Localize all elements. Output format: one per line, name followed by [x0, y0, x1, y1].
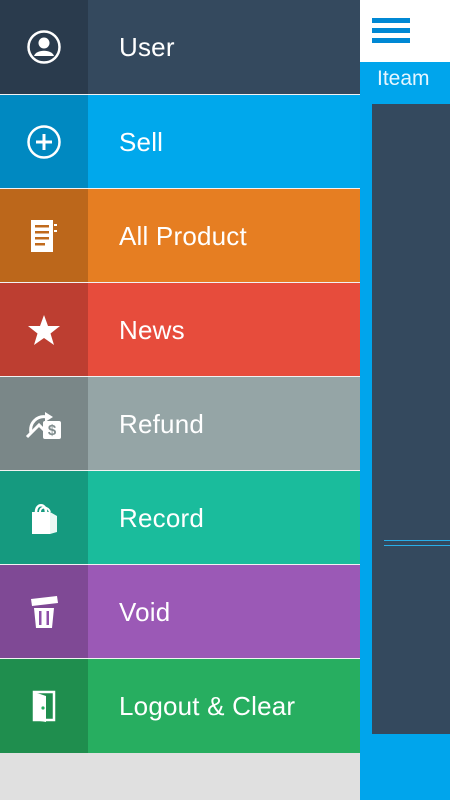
content-area	[372, 104, 450, 734]
separator-line	[384, 545, 450, 546]
menu-item-record[interactable]: Record	[0, 471, 360, 565]
hamburger-bar	[372, 18, 410, 23]
menu-item-user[interactable]: User	[0, 0, 360, 94]
menu-item-label: Sell	[119, 126, 164, 157]
hamburger-bar	[372, 38, 410, 43]
shopping-bag-icon	[0, 471, 88, 565]
menu-item-sell[interactable]: Sell	[0, 95, 360, 189]
menu-item-label: Void	[119, 596, 171, 627]
trash-icon	[0, 565, 88, 659]
hamburger-bar	[372, 28, 410, 33]
menu-item-news[interactable]: News	[0, 283, 360, 377]
exit-door-icon	[0, 659, 88, 753]
menu-item-label: Logout & Clear	[119, 690, 296, 721]
separator-line	[384, 540, 450, 541]
user-icon	[0, 0, 88, 94]
refund-money-icon: $	[0, 377, 88, 471]
menu-item-label: User	[119, 31, 175, 62]
tab-iteam[interactable]: Iteam	[377, 67, 430, 91]
menu-item-label: News	[119, 314, 185, 345]
menu-item-void[interactable]: Void	[0, 565, 360, 659]
navigation-drawer: User Sell All Product News $ Refund Reco…	[0, 0, 360, 800]
menu-item-label: All Product	[119, 220, 247, 251]
menu-item-label: Refund	[119, 408, 205, 439]
menu-item-label: Record	[119, 502, 205, 533]
star-icon	[0, 283, 88, 377]
menu-item-refund[interactable]: $ Refund	[0, 377, 360, 471]
menu-item-logout-clear[interactable]: Logout & Clear	[0, 659, 360, 753]
plus-circle-icon	[0, 95, 88, 189]
svg-text:$: $	[48, 422, 57, 439]
main-content-panel: Iteam	[360, 0, 450, 800]
hamburger-menu-icon[interactable]	[360, 0, 450, 62]
document-list-icon	[0, 189, 88, 283]
menu-item-all-product[interactable]: All Product	[0, 189, 360, 283]
